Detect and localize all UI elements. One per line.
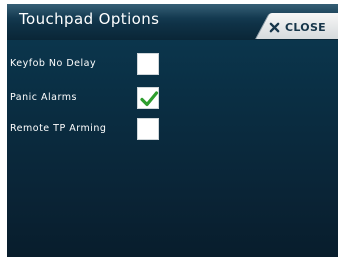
page-title: Touchpad Options <box>19 10 160 28</box>
option-row-keyfob-no-delay: Keyfob No Delay <box>7 53 338 79</box>
option-label: Panic Alarms <box>10 92 77 103</box>
close-button-label: CLOSE <box>285 20 326 34</box>
remote-tp-arming-checkbox[interactable] <box>137 118 159 140</box>
panic-alarms-checkbox[interactable] <box>137 87 159 109</box>
keyfob-no-delay-checkbox[interactable] <box>137 53 159 75</box>
check-icon <box>140 91 159 107</box>
option-row-remote-tp-arming: Remote TP Arming <box>7 118 338 144</box>
close-icon <box>269 22 280 32</box>
close-button[interactable]: CLOSE <box>269 17 326 37</box>
touchpad-options-screen: Touchpad Options CLOSE Keyfob No Delay P… <box>7 4 338 257</box>
option-row-panic-alarms: Panic Alarms <box>7 87 338 113</box>
option-label: Remote TP Arming <box>10 123 107 134</box>
option-label: Keyfob No Delay <box>10 58 97 69</box>
